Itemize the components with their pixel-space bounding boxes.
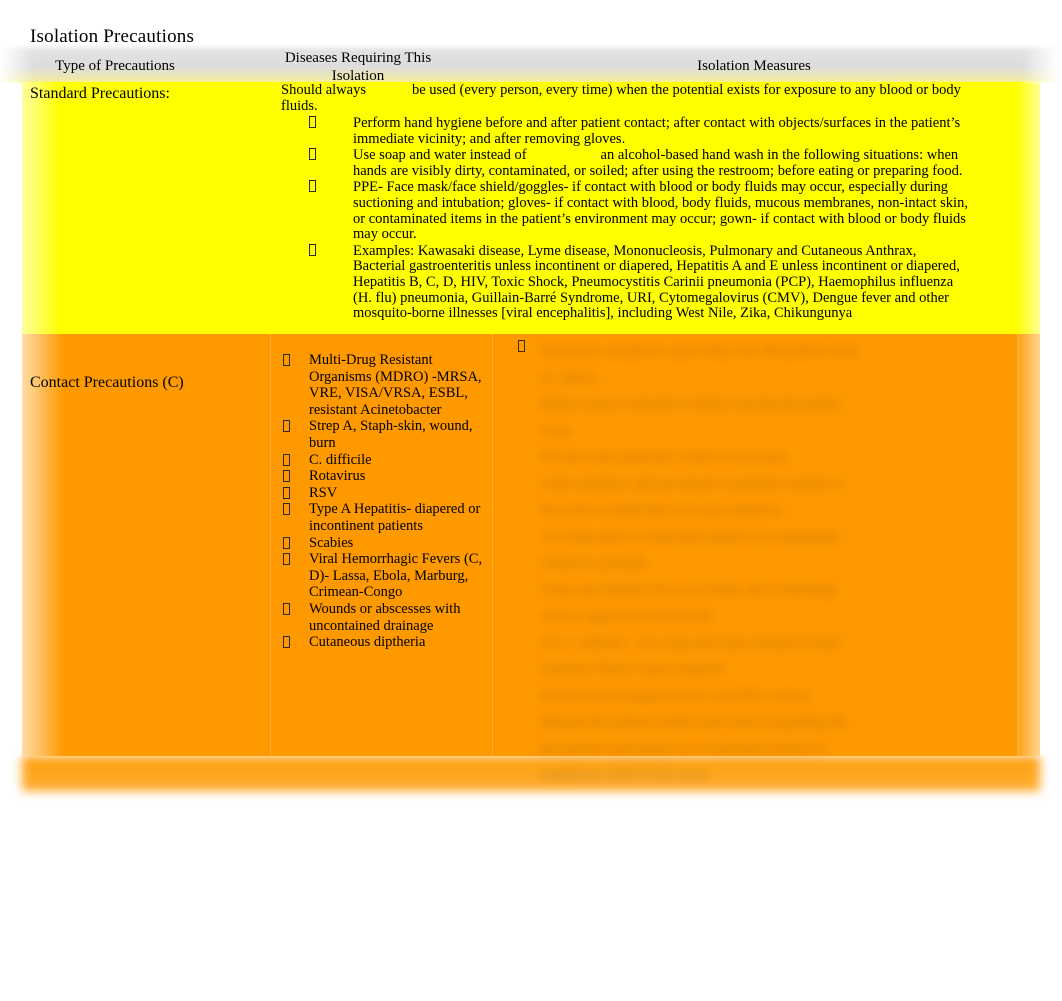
slide-canvas: Isolation Precautions Type of Precaution… xyxy=(0,0,1062,1001)
disease-text: Wounds or abscesses with uncontained dra… xyxy=(309,600,461,634)
bullet-text: Examples: Kawasaki disease, Lyme disease… xyxy=(353,242,960,322)
table-row-contact-precautions xyxy=(0,334,1062,756)
disease-bullet-list: Multi-Drug Resistant Organisms (MDRO) -M… xyxy=(281,352,491,651)
bullet-box-icon xyxy=(309,243,316,256)
list-item: Rotavirus xyxy=(281,468,491,485)
list-item: Strep A, Staph-skin, wound, burn xyxy=(281,418,491,451)
disease-text: Multi-Drug Resistant Organisms (MDRO) -M… xyxy=(309,352,482,418)
row-left-fade xyxy=(0,82,60,334)
disease-text: Viral Hemorrhagic Fevers (C, D)- Lassa, … xyxy=(309,551,483,601)
list-item: Scabies xyxy=(281,535,491,552)
header-right-fade xyxy=(1022,44,1062,84)
lead-text-before: Should always xyxy=(281,82,366,98)
bullet-box-icon xyxy=(309,148,316,161)
bullet-box-icon xyxy=(309,180,316,193)
bullet-box-icon xyxy=(283,503,290,516)
disease-text: Scabies xyxy=(309,534,354,551)
bullet-box-icon xyxy=(283,536,290,549)
disease-text: Rotavirus xyxy=(309,468,366,485)
column-divider-2 xyxy=(492,334,493,756)
list-item: Cutaneous diptheria xyxy=(281,634,491,651)
list-item: PPE- Face mask/face shield/goggles- if c… xyxy=(309,180,971,242)
bullet-box-icon xyxy=(283,354,290,366)
row-label-contact-precautions: Contact Precautions (C) xyxy=(30,374,184,391)
list-item: Examples: Kawasaki disease, Lyme disease… xyxy=(309,242,971,322)
standard-measures-bullet-list: Perform hand hygiene before and after pa… xyxy=(281,115,971,322)
disease-text: Type A Hepatitis- diapered or incontinen… xyxy=(309,501,481,534)
row-left-fade xyxy=(0,334,64,756)
list-item: C. difficile xyxy=(281,452,491,469)
list-item: Viral Hemorrhagic Fevers (C, D)- Lassa, … xyxy=(281,551,491,601)
disease-text: Strep A, Staph-skin, wound, burn xyxy=(309,418,473,451)
column-divider-1 xyxy=(270,334,271,756)
bullet-box-icon xyxy=(283,553,290,566)
column-header-type-of-precautions: Type of Precautions xyxy=(55,58,175,74)
contact-precautions-disease-list: Multi-Drug Resistant Organisms (MDRO) -M… xyxy=(281,352,491,651)
bullet-box-icon xyxy=(518,340,525,352)
row-label-standard-precautions: Standard Precautions: xyxy=(30,85,170,102)
bullet-box-icon xyxy=(309,116,316,128)
list-item: Wounds or abscesses with uncontained dra… xyxy=(281,601,491,634)
column-header-isolation-measures: Isolation Measures xyxy=(697,58,811,74)
list-item: Use soap and water instead of an alcohol-… xyxy=(309,147,971,179)
bullet-box-icon xyxy=(283,453,290,466)
standard-precautions-measures: Should always be used (every person, ever… xyxy=(281,82,971,322)
column-divider-3 xyxy=(1018,334,1019,756)
bullet-text-before: Use soap and water instead of xyxy=(353,147,527,164)
bullet-box-icon xyxy=(283,636,290,649)
list-item: Type A Hepatitis- diapered or incontinen… xyxy=(281,501,491,534)
disease-text: RSV xyxy=(309,484,338,501)
disease-text: Cutaneous diptheria xyxy=(309,634,426,651)
bullet-box-icon xyxy=(283,602,290,615)
list-item: Multi-Drug Resistant Organisms (MDRO) -M… xyxy=(281,352,491,418)
bullet-box-icon xyxy=(283,486,290,499)
column-header-diseases-requiring-isolation: Diseases Requiring This Isolation xyxy=(284,50,432,84)
list-item: Perform hand hygiene before and after pa… xyxy=(309,115,971,147)
row-right-fade xyxy=(1016,82,1062,334)
row-right-fade xyxy=(1014,334,1062,756)
bullet-box-icon xyxy=(283,470,290,483)
list-item: RSV xyxy=(281,485,491,502)
row-bottom-white-fade xyxy=(0,756,1062,826)
lead-text-after: be used (every person, every time) when … xyxy=(281,82,961,114)
bullet-text: Perform hand hygiene before and after pa… xyxy=(353,115,961,147)
bullet-text: PPE- Face mask/face shield/goggles- if c… xyxy=(353,179,968,243)
standard-measures-lead: Should always be used (every person, ever… xyxy=(281,82,971,114)
disease-text: C. difficile xyxy=(309,451,372,468)
bullet-box-icon xyxy=(283,420,290,433)
